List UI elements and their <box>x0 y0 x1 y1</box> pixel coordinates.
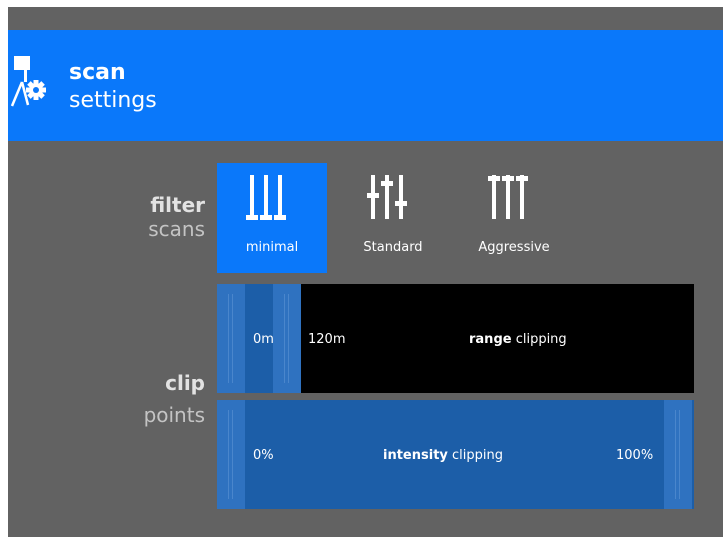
intensity-min-value: 0% <box>253 448 274 463</box>
header-bar: scan settings <box>8 30 723 141</box>
three-sliders-mixed-icon <box>367 175 407 219</box>
intensity-title-rest: clipping <box>447 448 504 463</box>
filter-section-label: filter <box>150 193 205 217</box>
filter-option-label: Aggressive <box>478 240 550 255</box>
range-title-keyword: range <box>469 332 512 347</box>
intensity-max-handle[interactable] <box>664 400 692 509</box>
range-max-handle[interactable] <box>273 284 301 393</box>
clip-section-sublabel: points <box>143 403 205 427</box>
intensity-max-value: 100% <box>616 448 654 463</box>
clip-section-label: clip <box>165 371 205 395</box>
intensity-min-handle[interactable] <box>217 400 245 509</box>
filter-option-label: minimal <box>245 240 299 255</box>
settings-panel: scan settings filter scans minimal Stand… <box>8 7 723 537</box>
three-sliders-high-icon <box>488 175 528 219</box>
intensity-clipping-slider[interactable]: 0% 100% intensity clipping <box>217 400 694 509</box>
filter-option-label: Standard <box>363 240 423 255</box>
intensity-title-keyword: intensity <box>383 448 448 463</box>
range-clipping-slider[interactable]: 0m 120m range clipping <box>217 284 694 393</box>
range-title-rest: clipping <box>511 332 567 347</box>
intensity-slider-title: intensity clipping <box>383 448 503 464</box>
page-title-line2: settings <box>69 88 157 113</box>
page-title-line1: scan <box>69 60 126 85</box>
scanner-gear-icon <box>10 56 46 107</box>
filter-option-standard[interactable]: Standard <box>338 163 448 273</box>
three-sliders-low-icon <box>246 175 286 220</box>
range-min-handle[interactable] <box>217 284 245 393</box>
range-min-value: 0m <box>253 332 274 347</box>
range-max-value: 120m <box>308 332 346 347</box>
filter-option-minimal[interactable]: minimal <box>217 163 327 273</box>
range-slider-title: range clipping <box>469 332 567 348</box>
filter-section-sublabel: scans <box>148 217 205 241</box>
filter-option-aggressive[interactable]: Aggressive <box>459 163 569 273</box>
